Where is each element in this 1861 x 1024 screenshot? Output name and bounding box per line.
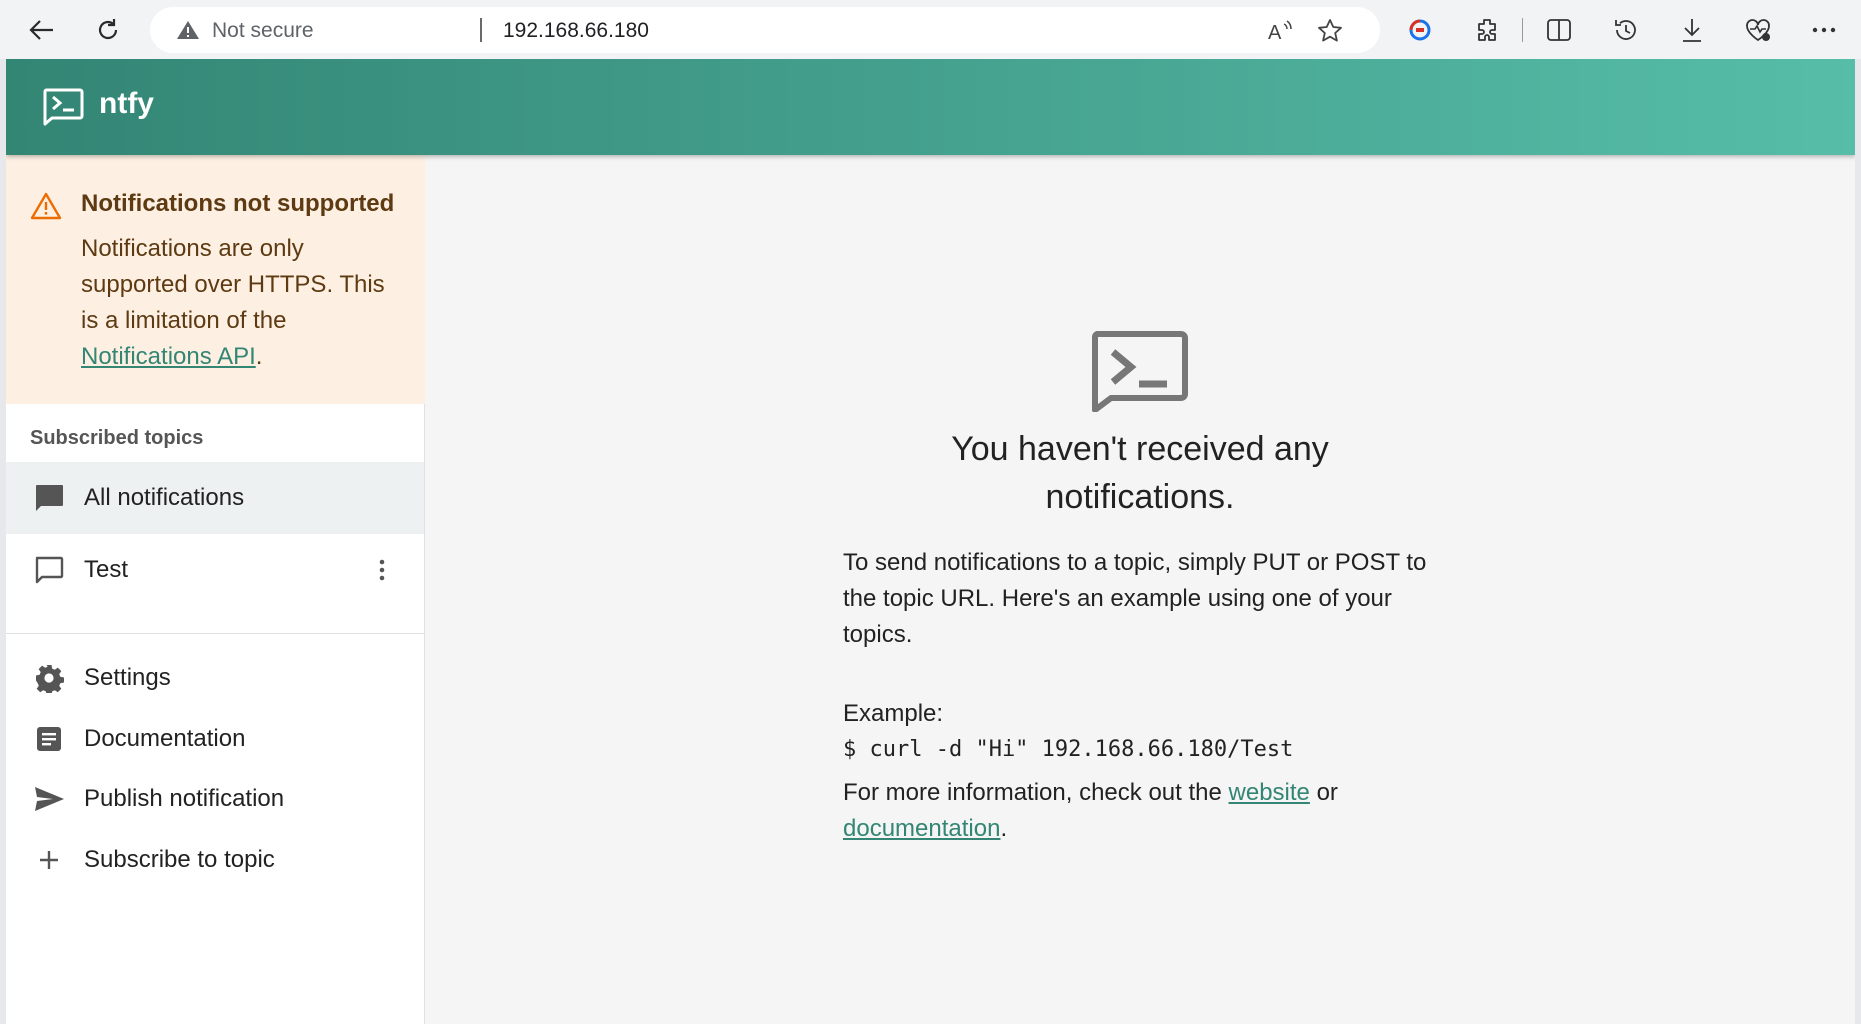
empty-state-icon — [1091, 331, 1188, 412]
more-options-icon[interactable] — [1806, 12, 1842, 48]
address-separator — [480, 18, 482, 42]
reload-button[interactable] — [86, 9, 130, 51]
alert-body-period: . — [255, 343, 263, 370]
read-aloud-icon[interactable]: A — [1265, 16, 1295, 46]
star-icon[interactable] — [1315, 16, 1345, 46]
more-info-suffix: . — [1000, 815, 1008, 842]
warning-icon — [177, 21, 199, 39]
extensions-icon[interactable] — [1469, 12, 1505, 48]
reload-icon — [98, 19, 118, 40]
topic-more-options-icon[interactable] — [370, 553, 394, 587]
chat-filled-icon — [32, 481, 66, 515]
sidebar-item-label: Documentation — [84, 725, 246, 752]
sidebar-item-label: Test — [84, 556, 129, 583]
more-info-prefix: For more information, check out the — [843, 779, 1222, 806]
website-link[interactable]: website — [1229, 779, 1310, 806]
browser-essentials-icon[interactable] — [1740, 12, 1776, 48]
warning-triangle-icon — [30, 192, 62, 220]
sidebar-item-label: All notifications — [84, 484, 245, 511]
security-label[interactable]: Not secure — [212, 19, 314, 43]
sidebar-item-label: Subscribe to topic — [84, 846, 275, 873]
svg-text:A: A — [1268, 22, 1282, 43]
gear-icon — [32, 661, 66, 695]
example-label: Example: — [843, 700, 944, 727]
document-icon — [32, 722, 66, 756]
profile-sync-icon[interactable] — [1402, 12, 1438, 48]
history-icon[interactable] — [1608, 12, 1644, 48]
app-header: ntfy — [6, 59, 1855, 155]
subscribed-topics-label: Subscribed topics — [30, 427, 204, 449]
back-button[interactable] — [20, 9, 64, 51]
notifications-api-link[interactable]: Notifications API — [81, 343, 256, 370]
alert-body-text: Notifications are only supported over HT… — [81, 235, 385, 334]
sidebar-item-all-notifications[interactable]: All notifications — [6, 462, 424, 534]
example-code: $ curl -d "Hi" 192.168.66.180/Test — [843, 737, 1294, 762]
sidebar-item-label: Publish notification — [84, 785, 285, 812]
download-icon[interactable] — [1674, 12, 1710, 48]
sidebar-divider — [6, 633, 424, 634]
sidebar-item-label: Settings — [84, 664, 171, 691]
documentation-link[interactable]: documentation — [843, 815, 1000, 842]
app-title: ntfy — [99, 87, 154, 120]
more-info-or: or — [1316, 779, 1338, 806]
empty-state-title: You haven't received any notifications. — [951, 430, 1329, 516]
alert-body: Notifications are only supported over HT… — [81, 231, 401, 375]
ntfy-logo-icon — [43, 88, 84, 126]
more-info-text: For more information, check out the webs… — [843, 775, 1463, 847]
toolbar-separator — [1522, 18, 1523, 42]
arrow-left-icon — [29, 20, 53, 40]
main-content: You haven't received any notifications. … — [425, 155, 1855, 1024]
sidebar: Notifications not supported Notification… — [6, 155, 425, 1024]
ntfy-app: ntfy Notifications not supported Notific… — [6, 59, 1855, 1024]
chat-outline-icon — [32, 553, 66, 587]
alert-title: Notifications not supported — [81, 190, 395, 217]
browser-toolbar: Not secure 192.168.66.180 A — [0, 0, 1861, 59]
send-icon — [32, 782, 66, 816]
plus-icon — [32, 843, 66, 877]
address-bar[interactable]: Not secure 192.168.66.180 A — [150, 7, 1380, 53]
url-text[interactable]: 192.168.66.180 — [503, 19, 649, 43]
sidebar-item-subscribe[interactable]: Subscribe to topic — [6, 824, 424, 896]
split-screen-icon[interactable] — [1541, 12, 1577, 48]
notifications-alert: Notifications not supported Notification… — [6, 155, 425, 404]
sidebar-item-test[interactable]: Test — [6, 534, 424, 606]
empty-state-intro: To send notifications to a topic, simply… — [843, 549, 1427, 648]
